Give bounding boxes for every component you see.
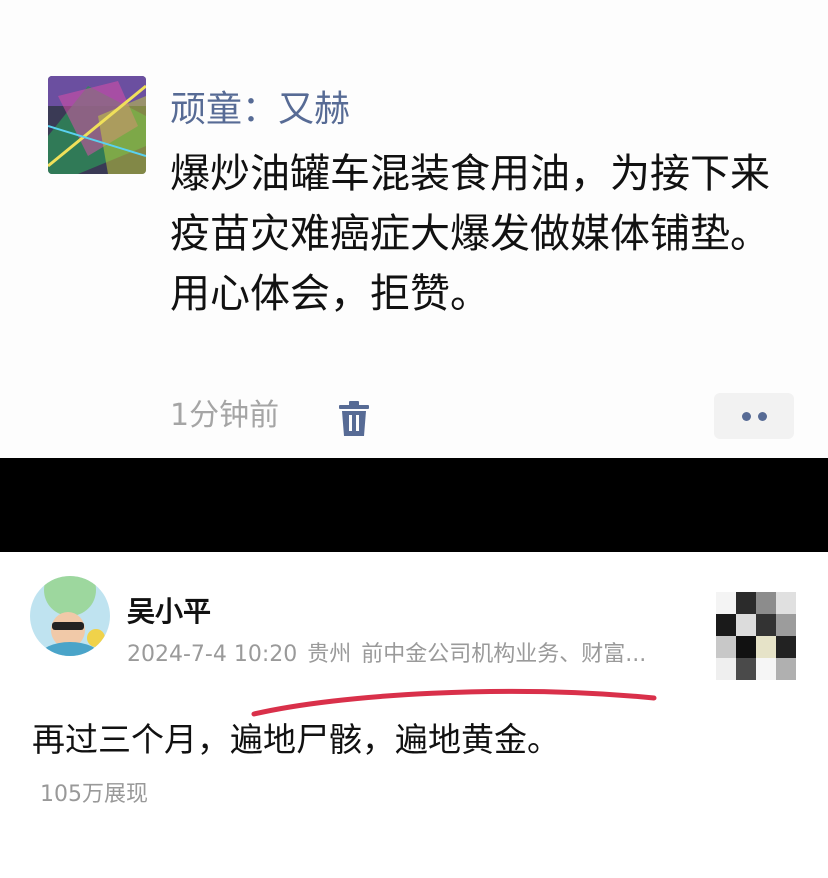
avatar[interactable]: [48, 76, 146, 174]
post-date: 2024-7-4 10:20: [127, 642, 298, 667]
post-location: 贵州: [307, 642, 352, 667]
moments-post: 顽童：又赫 爆炒油罐车混装食用油，为接下来疫苗灾难癌症大爆发做媒体铺垫。 用心体…: [0, 0, 828, 458]
author-name[interactable]: 顽童：又赫: [170, 86, 350, 134]
divider-bar: [0, 458, 828, 552]
post-text: 再过三个月，遍地尸骸，遍地黄金。: [32, 720, 560, 759]
author-bio: 前中金公司机构业务、财富...: [361, 642, 647, 667]
post-meta: 2024-7-4 10:20 贵州 前中金公司机构业务、财富...: [127, 640, 656, 670]
post-text: 爆炒油罐车混装食用油，为接下来疫苗灾难癌症大爆发做媒体铺垫。 用心体会，拒赞。: [170, 144, 790, 324]
post-paragraph: 爆炒油罐车混装食用油，为接下来疫苗灾难癌症大爆发做媒体铺垫。: [170, 151, 770, 257]
avatar[interactable]: [30, 576, 110, 656]
annotation-underline: [251, 688, 657, 717]
trash-icon[interactable]: [336, 400, 372, 438]
more-dots-icon[interactable]: [714, 393, 794, 439]
view-count: 105万展现: [40, 782, 148, 807]
feed-post: 吴小平 2024-7-4 10:20 贵州 前中金公司机构业务、财富... 再过三个…: [0, 552, 828, 878]
author-name[interactable]: 吴小平: [127, 594, 211, 630]
post-time: 1分钟前: [170, 398, 280, 433]
pixelated-thumbnail[interactable]: [716, 592, 796, 680]
post-paragraph: 用心体会，拒赞。: [170, 271, 490, 317]
